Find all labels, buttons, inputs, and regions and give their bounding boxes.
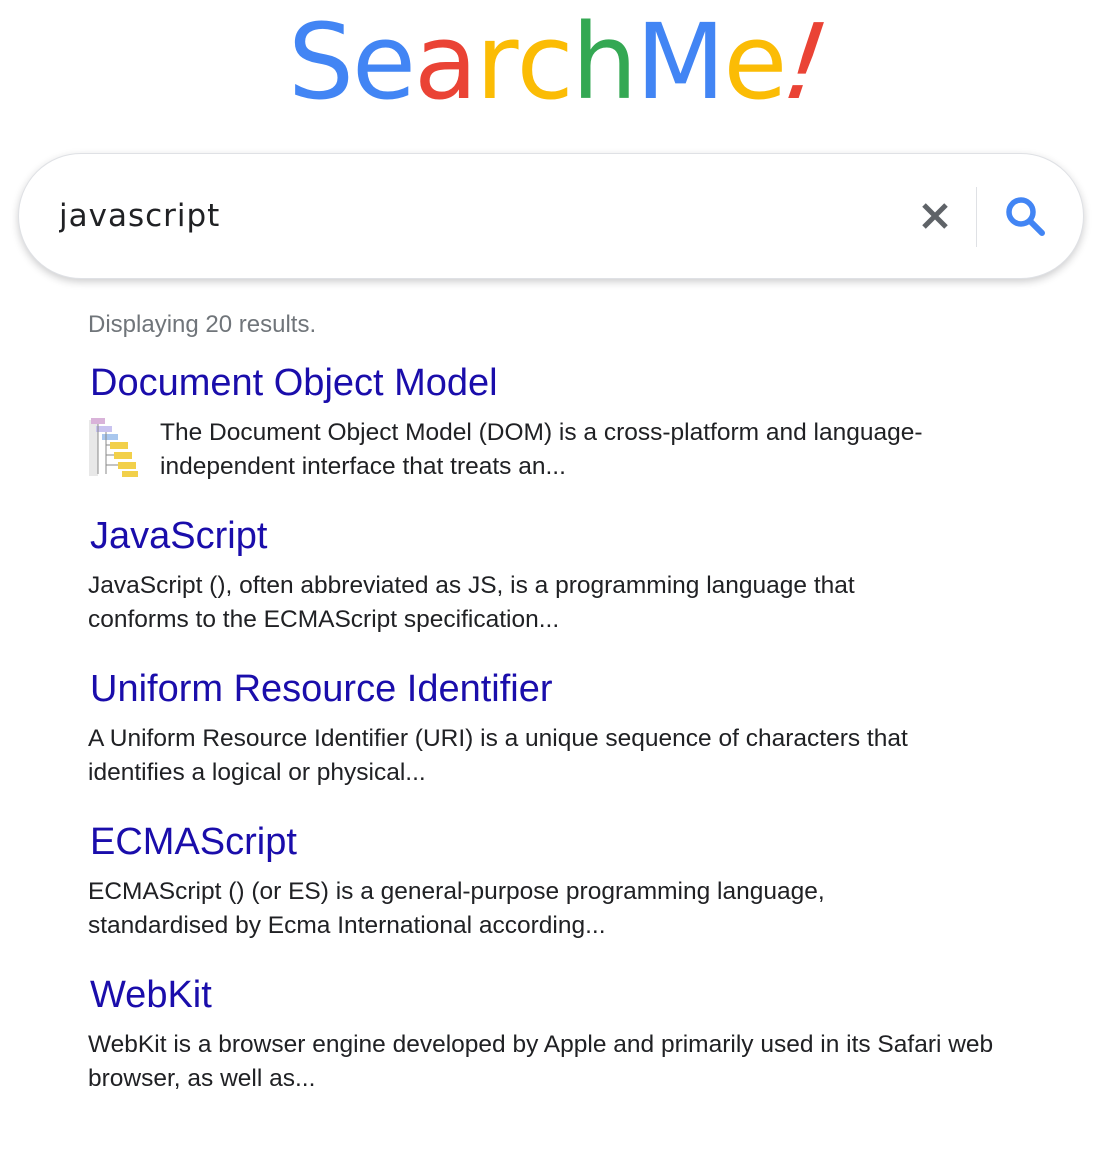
logo-letter: ! — [776, 1, 834, 123]
result-body: ECMAScript () (or ES) is a general-purpo… — [88, 875, 1048, 943]
results-list: Displaying 20 results. Document Object M… — [88, 305, 1048, 1096]
result-body: JavaScript (), often abbreviated as JS, … — [88, 569, 1048, 637]
clear-button[interactable] — [911, 192, 959, 240]
result-item: JavaScript JavaScript (), often abbrevia… — [88, 511, 1048, 637]
logo: SearchMe! — [0, 1, 1113, 123]
result-snippet: JavaScript (), often abbreviated as JS, … — [88, 572, 855, 633]
dom-tree-thumbnail — [88, 416, 150, 480]
result-body: WebKit is a browser engine developed by … — [88, 1028, 1048, 1096]
close-icon — [922, 203, 948, 229]
search-button[interactable] — [999, 190, 1051, 242]
result-item: Uniform Resource Identifier A Uniform Re… — [88, 664, 1048, 790]
result-snippet: A Uniform Resource Identifier (URI) is a… — [88, 725, 908, 786]
search-divider — [976, 187, 977, 247]
result-title-link[interactable]: WebKit — [90, 970, 1048, 1020]
search-bar — [18, 153, 1084, 279]
result-title-link[interactable]: JavaScript — [90, 511, 1048, 561]
logo-letter: h — [571, 1, 638, 123]
result-item: ECMAScript ECMAScript () (or ES) is a ge… — [88, 817, 1048, 943]
search-page: SearchMe! Displaying 20 results. Documen… — [0, 0, 1113, 1153]
result-body: The Document Object Model (DOM) is a cro… — [88, 416, 1048, 484]
magnifier-icon — [1006, 197, 1045, 236]
logo-letter: c — [516, 1, 573, 123]
result-snippet: The Document Object Model (DOM) is a cro… — [160, 419, 923, 480]
search-input[interactable] — [59, 184, 899, 248]
result-snippet: ECMAScript () (or ES) is a general-purpo… — [88, 878, 825, 939]
logo-letter: e — [723, 1, 787, 123]
result-snippet: WebKit is a browser engine developed by … — [88, 1031, 994, 1092]
result-item: Document Object Model The Document Objec… — [88, 358, 1048, 484]
result-count: Displaying 20 results. — [88, 311, 317, 338]
result-title-link[interactable]: ECMAScript — [90, 817, 1048, 867]
logo-letter: S — [287, 1, 354, 123]
result-title-link[interactable]: Uniform Resource Identifier — [90, 664, 1048, 714]
logo-letter: e — [352, 1, 416, 123]
result-item: WebKit WebKit is a browser engine develo… — [88, 970, 1048, 1096]
result-body: A Uniform Resource Identifier (URI) is a… — [88, 722, 1048, 790]
logo-letter: r — [475, 1, 519, 123]
result-title-link[interactable]: Document Object Model — [90, 358, 1048, 408]
logo-letter: M — [635, 1, 726, 123]
logo-letter: a — [413, 1, 478, 123]
